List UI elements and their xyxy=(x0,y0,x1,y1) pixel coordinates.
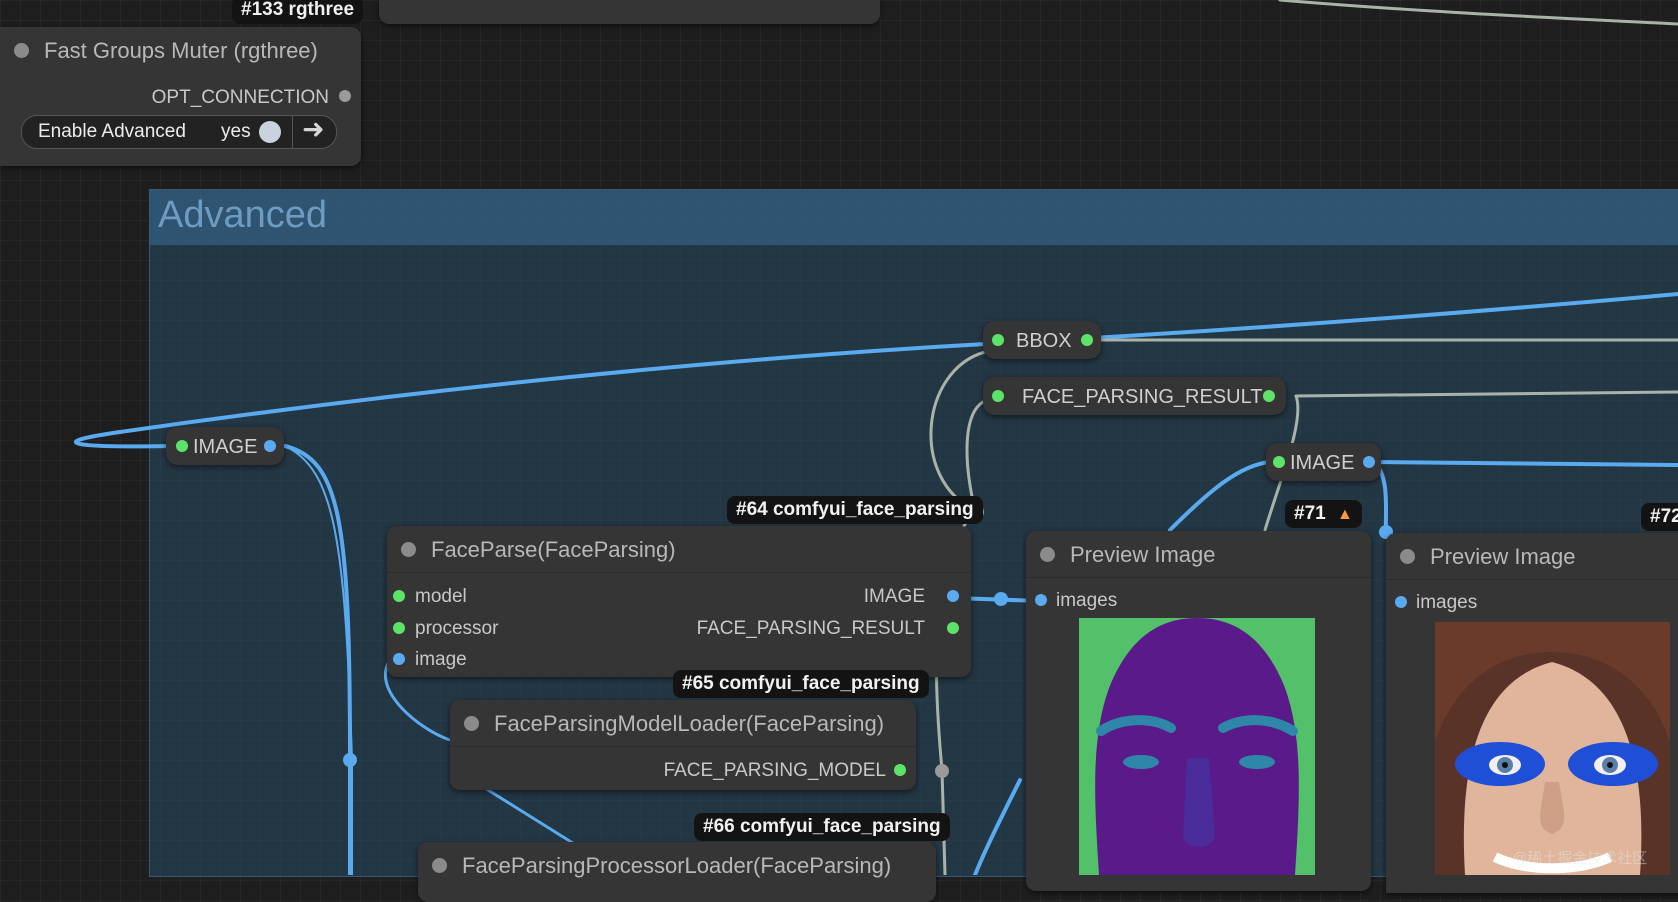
preview2-images-label: images xyxy=(1416,592,1478,613)
result-in-socket[interactable] xyxy=(992,390,1004,402)
toggle-value: yes xyxy=(221,121,251,142)
input-image-socket[interactable] xyxy=(393,653,405,665)
top-partial-node[interactable] xyxy=(379,0,880,24)
image-right-in-socket[interactable] xyxy=(1273,456,1285,468)
output-result-socket[interactable] xyxy=(947,622,959,634)
processor-loader-title: FaceParsingProcessorLoader(FaceParsing) xyxy=(462,853,892,878)
reroute-image-left[interactable]: IMAGE xyxy=(166,427,284,465)
output-image-label: IMAGE xyxy=(863,586,925,607)
input-processor-socket[interactable] xyxy=(393,622,405,634)
preview1-images-label: images xyxy=(1056,590,1118,611)
preview2-images-socket[interactable] xyxy=(1395,596,1407,608)
preview1-header[interactable]: Preview Image xyxy=(1026,531,1371,578)
image-right-out-socket[interactable] xyxy=(1363,456,1375,468)
badge-node-71: #71 ▲ xyxy=(1285,500,1362,528)
face-parse-title: FaceParse(FaceParsing) xyxy=(431,537,676,562)
preview2-header[interactable]: Preview Image xyxy=(1386,533,1678,580)
output-result-label: FACE_PARSING_RESULT xyxy=(696,618,925,639)
muter-output-socket[interactable] xyxy=(339,90,351,102)
collapse-dot[interactable] xyxy=(1040,547,1055,562)
bbox-label: BBOX xyxy=(1016,330,1072,352)
face-segmentation-image xyxy=(1079,618,1315,875)
collapse-dot[interactable] xyxy=(432,858,447,873)
toggle-knob[interactable] xyxy=(259,121,281,143)
arrow-right-icon[interactable]: ➜ xyxy=(302,114,325,145)
output-image-socket[interactable] xyxy=(947,590,959,602)
processor-loader-header[interactable]: FaceParsingProcessorLoader(FaceParsing) xyxy=(418,842,936,888)
input-model-label: model xyxy=(415,586,467,607)
toggle-separator xyxy=(292,116,293,148)
face-photo-image xyxy=(1435,622,1670,875)
image-right-label: IMAGE xyxy=(1290,452,1355,474)
reroute-face-parsing-result[interactable]: FACE_PARSING_RESULT xyxy=(983,377,1286,415)
input-model-socket[interactable] xyxy=(393,590,405,602)
reroute-bbox[interactable]: BBOX xyxy=(983,321,1101,359)
image-left-label: IMAGE xyxy=(193,436,258,458)
bbox-out-socket[interactable] xyxy=(1081,334,1093,346)
model-output-socket[interactable] xyxy=(894,764,906,776)
image-left-in-socket[interactable] xyxy=(176,440,188,452)
badge-rgthree: #133 rgthree xyxy=(232,0,364,24)
face-parsing-processor-loader-node[interactable]: FaceParsingProcessorLoader(FaceParsing) xyxy=(418,842,936,902)
model-loader-title: FaceParsingModelLoader(FaceParsing) xyxy=(494,711,885,736)
badge-71-label: #71 xyxy=(1294,503,1326,524)
collapse-dot[interactable] xyxy=(14,43,29,58)
collapse-dot[interactable] xyxy=(1400,549,1415,564)
face-parse-header[interactable]: FaceParse(FaceParsing) xyxy=(387,526,971,573)
model-loader-header[interactable]: FaceParsingModelLoader(FaceParsing) xyxy=(450,700,916,747)
muter-output-label: OPT_CONNECTION xyxy=(151,87,329,108)
collapse-dot[interactable] xyxy=(464,716,479,731)
fast-groups-muter-node[interactable]: Fast Groups Muter (rgthree) OPT_CONNECTI… xyxy=(0,27,361,166)
preview1-title: Preview Image xyxy=(1070,542,1216,567)
badge-node-65: #65 comfyui_face_parsing xyxy=(673,670,929,698)
input-processor-label: processor xyxy=(415,618,499,639)
image-left-out-socket[interactable] xyxy=(264,440,276,452)
enable-advanced-toggle[interactable]: Enable Advanced yes ➜ xyxy=(21,114,337,149)
face-photo-graphic xyxy=(1435,622,1670,875)
fox-icon: ▲ xyxy=(1336,506,1353,523)
collapse-dot[interactable] xyxy=(401,542,416,557)
badge-node-66: #66 comfyui_face_parsing xyxy=(694,813,950,841)
toggle-label: Enable Advanced xyxy=(38,121,186,142)
watermark: @稀土掘金技术社区 xyxy=(1512,850,1648,867)
input-image-label: image xyxy=(415,649,467,670)
face-parsing-model-loader-node[interactable]: FaceParsingModelLoader(FaceParsing) FACE… xyxy=(450,700,916,790)
result-out-socket[interactable] xyxy=(1263,390,1275,402)
preview2-title: Preview Image xyxy=(1430,544,1576,569)
preview1-images-socket[interactable] xyxy=(1035,594,1047,606)
segmentation-graphic xyxy=(1095,618,1299,875)
reroute-image-right[interactable]: IMAGE xyxy=(1266,443,1381,481)
result-label: FACE_PARSING_RESULT xyxy=(1022,386,1263,408)
muter-header[interactable]: Fast Groups Muter (rgthree) xyxy=(0,27,361,73)
model-output-label: FACE_PARSING_MODEL xyxy=(663,760,886,781)
badge-node-72: #72 xyxy=(1641,503,1678,531)
badge-node-64: #64 comfyui_face_parsing xyxy=(727,496,983,524)
face-parse-node[interactable]: FaceParse(FaceParsing) model processor i… xyxy=(387,526,971,677)
muter-title: Fast Groups Muter (rgthree) xyxy=(44,38,318,63)
bbox-in-socket[interactable] xyxy=(992,334,1004,346)
